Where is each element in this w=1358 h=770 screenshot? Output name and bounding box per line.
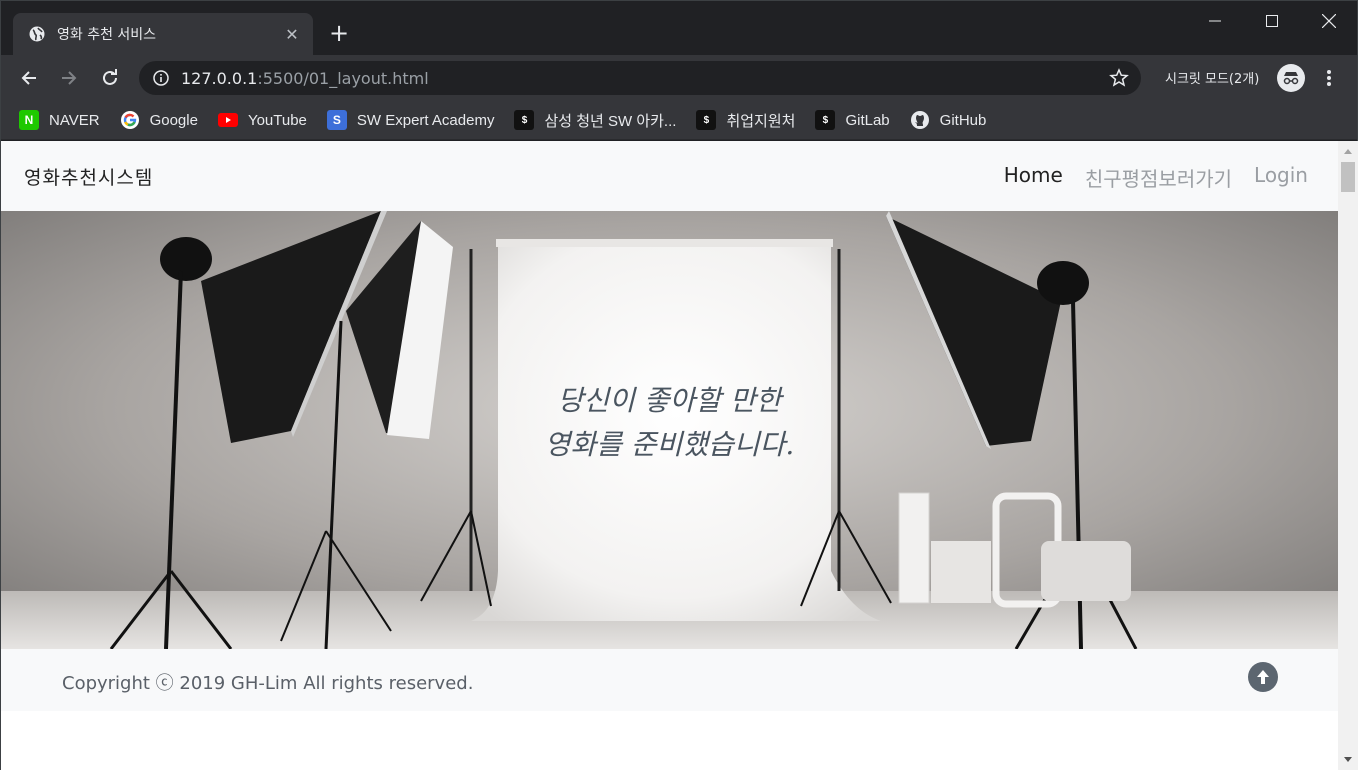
tab-title: 영화 추천 서비스	[57, 27, 157, 43]
bookmark-label: 삼성 청년 SW 아카...	[544, 112, 677, 130]
url-path: :5500/01_layout.html	[257, 68, 429, 88]
hero-line-2: 영화를 준비했습니다.	[544, 428, 795, 461]
bookmark-gitlab[interactable]: $ GitLab	[815, 110, 890, 130]
hero-tagline: 당신이 좋아할 만한 영화를 준비했습니다.	[1, 379, 1338, 467]
site-brand[interactable]: 영화추천시스템	[24, 163, 153, 190]
minimize-button[interactable]	[1186, 1, 1244, 41]
bookmark-label: 취업지원처	[726, 112, 796, 130]
youtube-icon	[217, 110, 238, 130]
back-button[interactable]	[13, 62, 45, 94]
nav-friend-ratings[interactable]: 친구평점보러가기	[1085, 163, 1232, 192]
ssafy-icon: $	[815, 110, 836, 130]
bookmark-label: NAVER	[49, 111, 100, 129]
minimize-icon	[1209, 20, 1221, 22]
close-window-button[interactable]	[1300, 1, 1358, 41]
bookmark-swea[interactable]: S SW Expert Academy	[326, 110, 495, 130]
scrollbar-thumb[interactable]	[1341, 162, 1355, 192]
ssafy-icon: $	[696, 110, 717, 130]
close-icon	[1322, 14, 1336, 28]
site-navbar: 영화추천시스템 Home 친구평점보러가기 Login	[1, 141, 1338, 211]
swea-icon: S	[326, 110, 347, 130]
reload-button[interactable]	[94, 62, 126, 94]
page-viewport: 영화추천시스템 Home 친구평점보러가기 Login 당신이 좋아할 만한 영…	[1, 141, 1338, 770]
bookmark-google[interactable]: Google	[120, 110, 198, 130]
bookmark-youtube[interactable]: YouTube	[217, 110, 307, 130]
bookmarks-bar: N NAVER Google YouTube S SW Expert Acade…	[1, 101, 1357, 140]
star-icon[interactable]	[1109, 68, 1129, 88]
bookmark-label: Google	[149, 111, 198, 129]
ssafy-icon: $	[514, 110, 535, 130]
browser-tab[interactable]: 영화 추천 서비스 ✕	[13, 13, 313, 55]
url-host: 127.0.0.1	[181, 68, 258, 88]
scroll-down-icon[interactable]	[1344, 757, 1352, 762]
maximize-icon	[1266, 15, 1278, 27]
page-scrollbar[interactable]	[1338, 141, 1358, 770]
new-tab-button[interactable]: +	[323, 19, 355, 49]
globe-icon	[29, 26, 45, 42]
reload-icon	[103, 69, 117, 85]
nav-login[interactable]: Login	[1254, 163, 1308, 192]
incognito-glyph-icon	[1283, 72, 1299, 85]
tab-close-icon[interactable]: ✕	[283, 25, 301, 44]
naver-icon: N	[19, 110, 39, 130]
github-icon	[910, 110, 930, 130]
bookmark-label: YouTube	[247, 111, 307, 129]
hero-section: 당신이 좋아할 만한 영화를 준비했습니다.	[1, 211, 1338, 649]
scroll-up-icon[interactable]	[1344, 149, 1352, 154]
nav-home[interactable]: Home	[1004, 163, 1063, 192]
browser-menu-button[interactable]	[1319, 67, 1339, 89]
arrow-left-icon	[21, 71, 36, 85]
bookmark-label: SW Expert Academy	[356, 111, 495, 129]
address-bar[interactable]: 127.0.0.1:5500/01_layout.html	[139, 61, 1141, 95]
info-icon[interactable]	[153, 70, 169, 86]
tab-strip: 영화 추천 서비스 ✕ +	[1, 1, 1357, 55]
arrow-up-icon	[1257, 670, 1269, 684]
scroll-to-top-button[interactable]	[1248, 662, 1278, 692]
copyright-text: Copyright ⓒ 2019 GH-Lim All rights reser…	[62, 673, 474, 694]
hero-line-1: 당신이 좋아할 만한	[557, 384, 782, 417]
bookmark-naver[interactable]: N NAVER	[19, 110, 100, 130]
incognito-label[interactable]: 시크릿 모드(2개)	[1165, 68, 1259, 87]
bookmark-github[interactable]: GitHub	[910, 110, 987, 130]
browser-toolbar: 127.0.0.1:5500/01_layout.html 시크릿 모드(2개)	[1, 55, 1357, 101]
bookmark-ssafy[interactable]: $ 삼성 청년 SW 아카...	[514, 110, 676, 131]
site-footer: Copyright ⓒ 2019 GH-Lim All rights reser…	[1, 649, 1338, 711]
maximize-button[interactable]	[1243, 1, 1301, 41]
bookmark-label: GitLab	[845, 111, 890, 129]
arrow-right-icon	[62, 71, 77, 85]
google-icon	[120, 110, 140, 130]
bookmark-label: GitHub	[939, 111, 987, 129]
incognito-icon[interactable]	[1277, 64, 1305, 92]
browser-window: 영화 추천 서비스 ✕ + 127.0.0.1:5500/01_layout.h…	[0, 0, 1358, 770]
bookmark-career[interactable]: $ 취업지원처	[696, 110, 795, 131]
forward-button[interactable]	[53, 62, 85, 94]
nav-links: Home 친구평점보러가기 Login	[982, 163, 1308, 192]
